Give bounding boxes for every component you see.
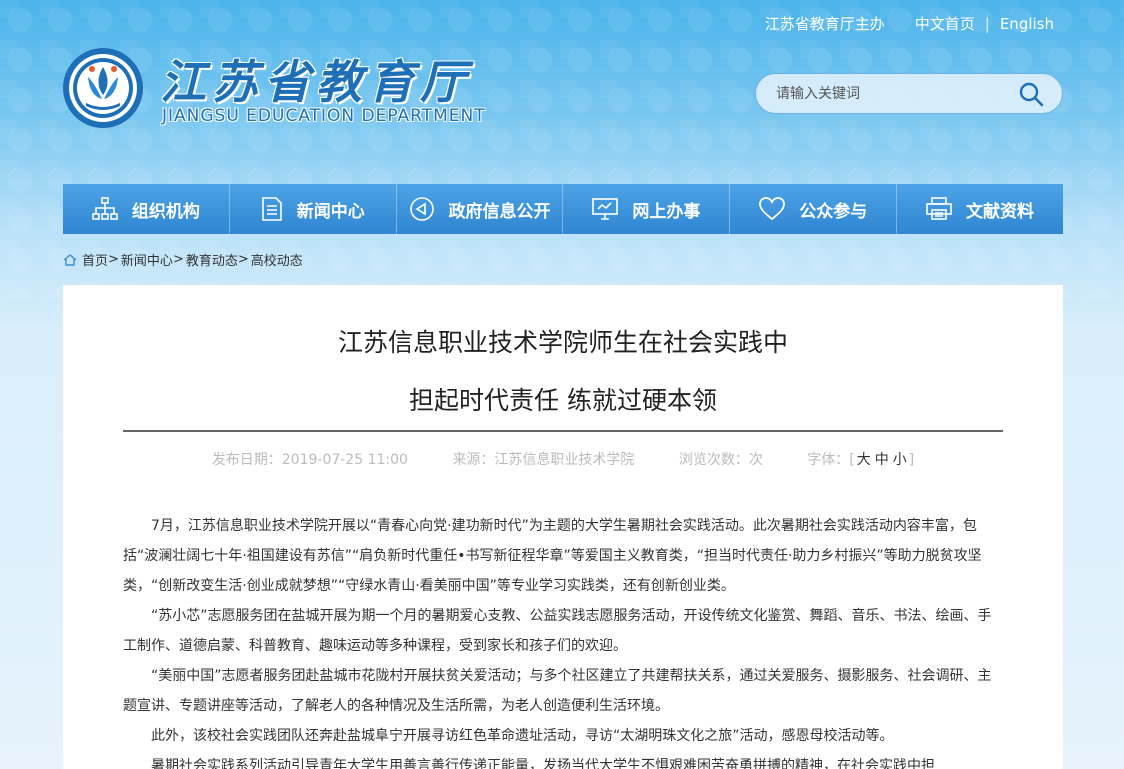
nav-label: 新闻中心	[296, 201, 365, 222]
font-large-button[interactable]: 大	[857, 452, 871, 468]
breadcrumb-arrow: >	[237, 252, 249, 267]
breadcrumb-home[interactable]: 首页	[82, 250, 108, 269]
site-title-english: JIANGSU EDUCATION DEPARTMENT	[162, 106, 486, 126]
speaker-icon	[409, 197, 434, 221]
nav-item-news[interactable]: 新闻中心	[230, 184, 397, 234]
nav-label: 网上办事	[632, 201, 701, 222]
org-chart-icon	[92, 197, 118, 220]
font-small-button[interactable]: 小	[893, 452, 907, 468]
main-nav: 组织机构 新闻中心 政府信息公开 网上办事 公众参与 文献资料	[63, 184, 1063, 234]
home-icon	[63, 253, 77, 266]
search-input[interactable]	[776, 78, 1006, 109]
breadcrumb: 首页 > 新闻中心 > 教育动态 > 高校动态	[63, 250, 303, 269]
host-text: 江苏省教育厅主办	[764, 15, 885, 33]
breadcrumb-arrow: >	[172, 252, 184, 267]
nav-item-online-services[interactable]: 网上办事	[563, 184, 731, 234]
nav-label: 组织机构	[131, 201, 200, 222]
article-meta: 发布日期：2019-07-25 11:00 来源：江苏信息职业技术学院 浏览次数…	[63, 449, 1063, 469]
title-divider	[123, 430, 1003, 432]
search-icon[interactable]	[1018, 81, 1044, 107]
breadcrumb-edu[interactable]: 教育动态	[186, 250, 238, 269]
article-panel: 江苏信息职业技术学院师生在社会实践中 担起时代责任 练就过硬本领 发布日期：20…	[63, 285, 1063, 769]
printer-icon	[926, 197, 952, 220]
breadcrumb-arrow: >	[108, 252, 119, 267]
department-logo[interactable]	[62, 47, 144, 129]
breadcrumb-college[interactable]: 高校动态	[251, 250, 303, 269]
article-source: 来源：江苏信息职业技术学院	[452, 452, 635, 468]
font-medium-button[interactable]: 中	[875, 452, 889, 468]
article-title-line2: 担起时代责任 练就过硬本领	[409, 386, 717, 415]
heart-icon	[759, 197, 786, 221]
document-icon	[261, 197, 282, 221]
nav-item-documents[interactable]: 文献资料	[897, 184, 1063, 234]
top-links: 江苏省教育厅主办 中文首页 | English	[765, 13, 1054, 34]
nav-label: 公众参与	[799, 201, 868, 222]
font-size-label: 字体：[	[807, 452, 855, 468]
nav-label: 政府信息公开	[448, 201, 551, 222]
nav-item-gov-info[interactable]: 政府信息公开	[397, 184, 564, 234]
breadcrumb-news[interactable]: 新闻中心	[121, 250, 173, 269]
monitor-icon	[592, 198, 619, 220]
chinese-home-link[interactable]: 中文首页	[915, 13, 975, 34]
search-box	[755, 73, 1063, 114]
english-link[interactable]: English	[1000, 15, 1054, 33]
paragraph: 暑期社会实践系列活动引导青年大学生用善言善行传递正能量，发扬当代大学生不惧艰难困…	[151, 758, 935, 769]
link-separator: |	[984, 14, 990, 33]
view-count: 浏览次数：次	[678, 452, 763, 468]
nav-item-organization[interactable]: 组织机构	[63, 184, 230, 234]
paragraph: “美丽中国”志愿者服务团赴盐城市花陇村开展扶贫关爱活动；与多个社区建立了共建帮扶…	[123, 668, 992, 714]
publish-date: 发布日期：2019-07-25 11:00	[211, 452, 408, 468]
paragraph: 7月，江苏信息职业技术学院开展以“青春心向党·建功新时代”为主题的大学生暑期社会…	[123, 518, 982, 594]
article-title-line1: 江苏信息职业技术学院师生在社会实践中	[337, 328, 788, 357]
paragraph: 此外，该校社会实践团队还奔赴盐城阜宁开展寻访红色革命遗址活动，寻访“太湖明珠文化…	[151, 728, 894, 744]
font-size-control: 字体：[大中小]	[807, 452, 914, 468]
font-size-close: ]	[908, 452, 915, 468]
site-title-chinese: 江苏省教育厅	[160, 55, 472, 109]
nav-item-public-participation[interactable]: 公众参与	[730, 184, 898, 234]
article-body: 7月，江苏信息职业技术学院开展以“青春心向党·建功新时代”为主题的大学生暑期社会…	[123, 511, 1003, 769]
paragraph: “苏小芯”志愿服务团在盐城开展为期一个月的暑期爱心支教、公益实践志愿服务活动，开…	[123, 608, 992, 654]
nav-label: 文献资料	[966, 201, 1035, 222]
